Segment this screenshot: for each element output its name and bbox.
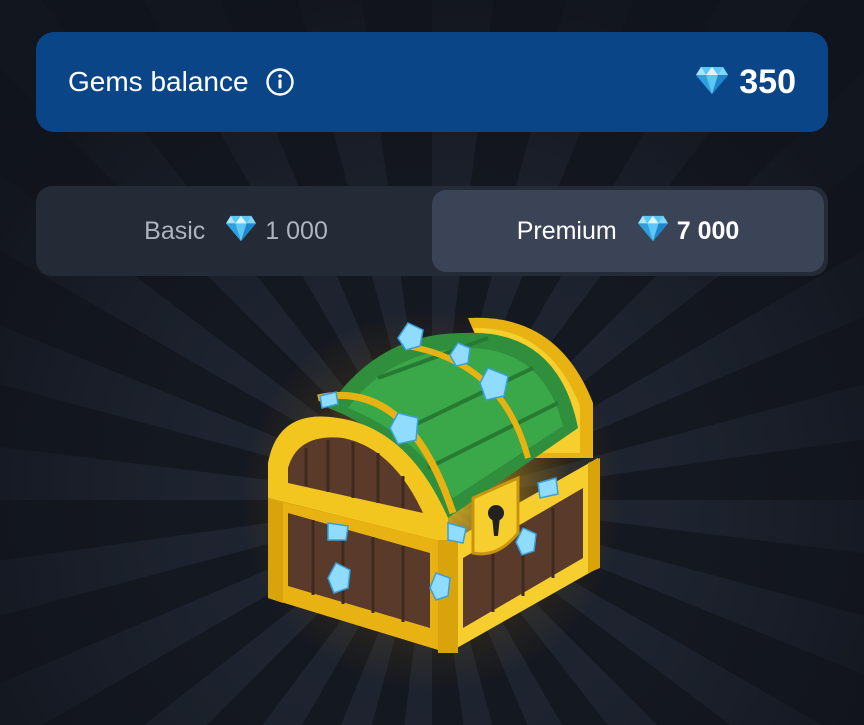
tab-basic-label: Basic [144,216,206,245]
diamond-icon [225,214,257,249]
treasure-chest-icon [258,308,608,658]
tab-basic[interactable]: Basic 1 000 [40,190,432,272]
diamond-icon [695,65,729,100]
tab-premium-label: Premium [516,216,617,245]
gems-balance-label: Gems balance [68,66,249,97]
gems-balance-value: 350 [739,62,796,101]
tab-premium[interactable]: Premium 7 000 [432,190,824,272]
tab-premium-price: 7 000 [676,216,740,245]
chest-tier-tabs: Basic 1 000 Premium 7 000 [36,186,828,276]
tab-basic-price: 1 000 [265,216,328,245]
diamond-icon [637,214,669,249]
gems-balance-amount: 350 [695,63,796,102]
gems-balance-bar: Gems balance 350 [36,32,828,132]
info-icon[interactable] [265,67,295,97]
